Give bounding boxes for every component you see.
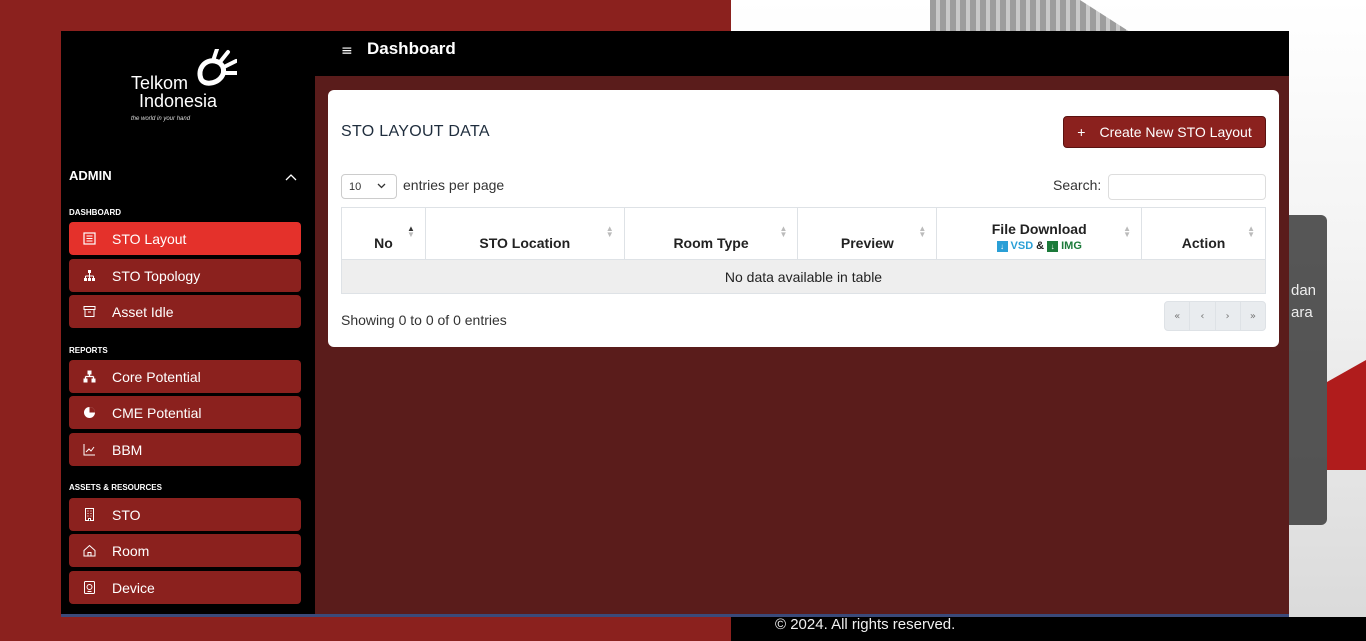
sort-icon: ▲ ▼ <box>1123 224 1132 239</box>
sidebar-item-label: Core Potential <box>112 368 201 385</box>
sidebar-item-label: Room <box>112 542 150 559</box>
background-panel <box>1289 215 1327 525</box>
sidebar-item-sto[interactable]: STO <box>69 498 301 531</box>
nav-group-assets-resources: ASSETS & RESOURCES <box>69 483 162 492</box>
plus-icon: + <box>1077 124 1086 140</box>
sort-icon: ▲ ▼ <box>406 224 415 239</box>
pagination: « ‹ › » <box>1164 301 1266 331</box>
device-icon <box>82 581 96 595</box>
entries-per-page-label: entries per page <box>403 177 505 193</box>
sidebar-item-sto-topology[interactable]: STO Topology <box>69 259 301 292</box>
pager-prev-button[interactable]: ‹ <box>1190 302 1216 330</box>
sidebar-item-label: Device <box>112 579 155 596</box>
top-bar: ≡ Dashboard <box>315 31 1289 76</box>
network-tree-icon <box>82 269 96 283</box>
download-icon: ↓ <box>996 240 1008 252</box>
column-header-preview[interactable]: Preview ▲ ▼ <box>797 207 938 260</box>
card-title: STO LAYOUT DATA <box>341 123 490 140</box>
sto-layout-table: No ▲ ▼ STO Location ▲ ▼ Room Type ▲ ▼ Preview ▲… <box>341 207 1266 294</box>
user-section-label: ADMIN <box>69 168 112 183</box>
chevron-up-icon[interactable] <box>285 171 297 183</box>
telkom-logo-icon <box>197 49 237 86</box>
brand-logo: Telkom Indonesia the world in your hand <box>129 49 249 129</box>
building-icon <box>82 508 96 522</box>
sidebar-item-label: CME Potential <box>112 404 202 421</box>
sidebar-item-label: STO Layout <box>112 230 187 247</box>
sidebar-item-label: Asset Idle <box>112 303 174 320</box>
archive-box-icon <box>82 305 96 319</box>
chevron-down-icon <box>377 183 386 189</box>
footer-copyright: © 2024. All rights reserved. <box>775 616 956 633</box>
file-download-formats: ↓ VSD & ↓ IMG <box>937 240 1141 252</box>
background-text-fragment: dan <box>1291 282 1317 299</box>
sidebar-item-device[interactable]: Device <box>69 571 301 604</box>
sidebar-item-label: STO <box>112 506 141 523</box>
pager-next-button[interactable]: › <box>1216 302 1241 330</box>
app-window: Telkom Indonesia the world in your hand … <box>61 31 1289 617</box>
page-title: Dashboard <box>367 39 456 58</box>
sidebar-item-sto-layout[interactable]: STO Layout <box>69 222 301 255</box>
pager-first-button[interactable]: « <box>1165 302 1191 330</box>
sidebar-item-cme-potential[interactable]: CME Potential <box>69 396 301 429</box>
entries-per-page-select[interactable]: 10 <box>341 174 397 199</box>
nav-group-dashboard: DASHBOARD <box>69 208 121 217</box>
sort-icon: ▲ ▼ <box>918 224 927 239</box>
sidebar-item-label: BBM <box>112 441 143 458</box>
line-chart-icon <box>82 443 96 457</box>
sidebar-item-asset-idle[interactable]: Asset Idle <box>69 295 301 328</box>
sidebar-item-bbm[interactable]: BBM <box>69 433 301 466</box>
sort-icon: ▲ ▼ <box>779 224 788 239</box>
empty-table-message: No data available in table <box>341 259 1266 294</box>
brand-tagline: the world in your hand <box>131 116 191 122</box>
sidebar-item-label: STO Topology <box>112 267 201 284</box>
sort-icon: ▲ ▼ <box>1247 224 1255 239</box>
pager-last-button[interactable]: » <box>1241 302 1265 330</box>
download-icon: ↓ <box>1047 240 1059 252</box>
pie-chart-icon <box>82 406 96 420</box>
brand-name-line2: Indonesia <box>139 91 218 111</box>
search-input[interactable] <box>1108 174 1266 200</box>
entries-per-page-value: 10 <box>349 180 362 193</box>
sort-icon: ▲ ▼ <box>605 224 614 239</box>
main-content: STO LAYOUT DATA + Create New STO Layout … <box>315 76 1289 614</box>
column-header-no[interactable]: No ▲ ▼ <box>341 207 426 260</box>
sidebar: Telkom Indonesia the world in your hand … <box>61 31 315 614</box>
column-header-room-type[interactable]: Room Type ▲ ▼ <box>623 207 799 260</box>
sitemap-icon <box>82 370 96 384</box>
document-list-icon <box>82 232 96 246</box>
hamburger-menu-icon[interactable]: ≡ <box>341 43 353 59</box>
sto-layout-card: STO LAYOUT DATA + Create New STO Layout … <box>328 90 1279 347</box>
table-info: Showing 0 to 0 of 0 entries <box>341 312 507 328</box>
column-header-file-download[interactable]: File Download ↓ VSD & ↓ IMG ▲ ▼ <box>936 207 1143 260</box>
create-sto-layout-button[interactable]: + Create New STO Layout <box>1063 116 1266 148</box>
column-header-action[interactable]: Action ▲ ▼ <box>1141 207 1266 260</box>
nav-group-reports: REPORTS <box>69 346 108 355</box>
background-text-fragment: ara <box>1291 304 1313 321</box>
table-row: No data available in table <box>341 259 1266 294</box>
create-button-label: Create New STO Layout <box>1099 124 1252 140</box>
column-header-sto-location[interactable]: STO Location ▲ ▼ <box>424 207 625 260</box>
search-label: Search: <box>1053 177 1102 193</box>
sidebar-item-core-potential[interactable]: Core Potential <box>69 360 301 393</box>
home-icon <box>82 544 96 558</box>
sidebar-item-room[interactable]: Room <box>69 534 301 567</box>
